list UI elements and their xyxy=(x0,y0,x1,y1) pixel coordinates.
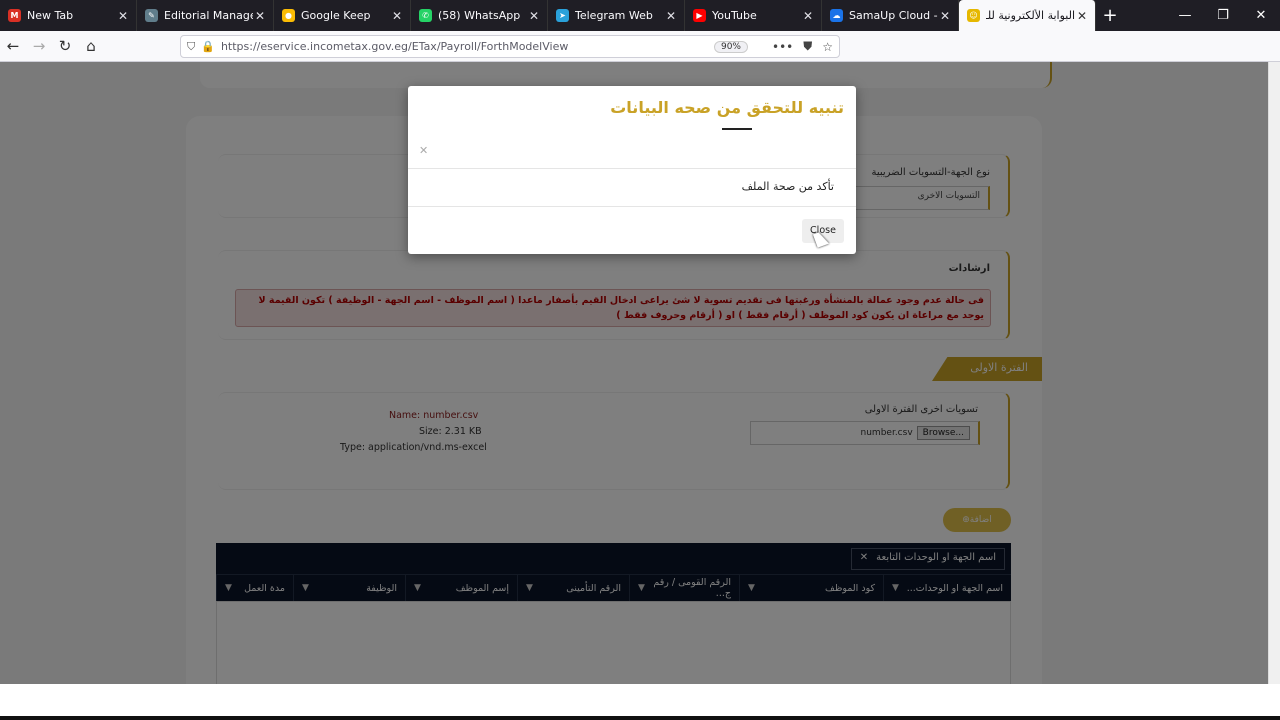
title-underline xyxy=(722,128,752,130)
shield-icon[interactable]: ⛉ xyxy=(187,40,195,54)
modal-divider xyxy=(408,206,856,207)
window-controls: — ❐ ✕ xyxy=(1166,0,1280,31)
tab-close-icon[interactable]: ✕ xyxy=(116,9,130,23)
tab-favicon-icon: ✆ xyxy=(419,9,432,22)
desktop-strip xyxy=(0,684,1280,720)
tab-title: (58) WhatsApp xyxy=(438,9,521,22)
page-scrollbar[interactable] xyxy=(1268,62,1280,684)
modal-divider xyxy=(408,168,856,169)
tab-favicon-icon: ● xyxy=(282,9,295,22)
tab-title: Telegram Web xyxy=(575,9,653,22)
tab-close-icon[interactable]: ✕ xyxy=(1075,9,1089,23)
tab-close-icon[interactable]: ✕ xyxy=(664,9,678,23)
browser-tab[interactable]: ● Google Keep ✕ xyxy=(274,0,411,31)
restore-icon[interactable]: ❐ xyxy=(1204,0,1242,31)
navigation-bar: ← → ↻ ⌂ ⛉ 🔒 https://eservice.incometax.g… xyxy=(0,31,1280,86)
reload-icon[interactable]: ↻ xyxy=(52,37,78,55)
tab-title: SamaUp Cloud - M xyxy=(849,9,938,22)
browser-tab[interactable]: ✎ Editorial Manager®✕ xyxy=(137,0,274,31)
home-icon[interactable]: ⌂ xyxy=(78,37,104,55)
tab-title: البوابة الألكترونية للـ xyxy=(986,9,1075,22)
url-bar[interactable]: ⛉ 🔒 https://eservice.incometax.gov.eg/ET… xyxy=(180,35,840,58)
browser-tab[interactable]: ✆ (58) WhatsApp ✕ xyxy=(411,0,548,31)
tab-favicon-icon: ▶ xyxy=(693,9,706,22)
minimize-icon[interactable]: — xyxy=(1166,0,1204,31)
tab-favicon-icon: ➤ xyxy=(556,9,569,22)
page-actions-icon[interactable]: ••• xyxy=(772,40,793,54)
tab-close-icon[interactable]: ✕ xyxy=(253,9,267,23)
browser-window: MNew Tab✕✎Editorial Manager®✕●Google Kee… xyxy=(0,0,1280,684)
tab-title: YouTube xyxy=(712,9,757,22)
pocket-icon[interactable]: ⛊ xyxy=(803,39,812,54)
alert-modal: تنبيه للتحقق من صحه البيانات ✕ تأكد من ص… xyxy=(408,86,856,254)
modal-close-icon[interactable]: ✕ xyxy=(419,144,428,157)
bookmark-star-icon[interactable]: ☆ xyxy=(822,40,833,54)
browser-tab[interactable]: ☺ البوابة الألكترونية للـ ✕ xyxy=(959,0,1096,31)
tab-close-icon[interactable]: ✕ xyxy=(801,9,815,23)
browser-tab[interactable]: ▶ YouTube ✕ xyxy=(685,0,822,31)
browser-tab[interactable]: ➤ Telegram Web ✕ xyxy=(548,0,685,31)
back-icon[interactable]: ← xyxy=(0,37,26,55)
tab-title: Google Keep xyxy=(301,9,371,22)
close-window-icon[interactable]: ✕ xyxy=(1242,0,1280,31)
browser-tab[interactable]: M New Tab ✕ xyxy=(0,0,137,31)
tab-favicon-icon: ✎ xyxy=(145,9,158,22)
tab-favicon-icon: ☺ xyxy=(967,9,980,22)
modal-message: تأكد من صحة الملف xyxy=(741,180,834,193)
tab-close-icon[interactable]: ✕ xyxy=(938,9,952,23)
modal-title: تنبيه للتحقق من صحه البيانات xyxy=(610,98,844,117)
url-text[interactable]: https://eservice.incometax.gov.eg/ETax/P… xyxy=(221,40,714,53)
zoom-indicator[interactable]: 90% xyxy=(713,40,748,53)
browser-tab[interactable]: ☁ SamaUp Cloud - M✕ xyxy=(822,0,959,31)
tab-title: New Tab xyxy=(27,9,74,22)
new-tab-button[interactable]: + xyxy=(1096,0,1124,31)
tab-close-icon[interactable]: ✕ xyxy=(527,9,541,23)
lock-icon[interactable]: 🔒 xyxy=(201,40,215,53)
tab-favicon-icon: M xyxy=(8,9,21,22)
forward-icon[interactable]: → xyxy=(26,37,52,55)
tab-title: Editorial Manager® xyxy=(164,9,253,22)
desktop-edge xyxy=(0,716,1280,720)
tab-close-icon[interactable]: ✕ xyxy=(390,9,404,23)
tab-strip: MNew Tab✕✎Editorial Manager®✕●Google Kee… xyxy=(0,0,1280,31)
tab-favicon-icon: ☁ xyxy=(830,9,843,22)
